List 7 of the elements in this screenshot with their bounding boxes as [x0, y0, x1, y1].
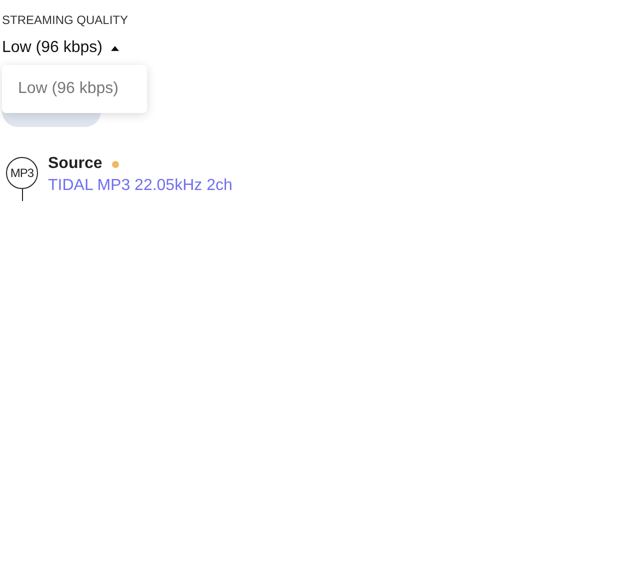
menu-item[interactable]: Low (96 kbps): [18, 78, 131, 100]
caret-icon: [110, 46, 118, 50]
field-label: STREAMING QUALITY: [2, 12, 128, 28]
source-detail: TIDAL MP3 22.05kHz 2ch: [48, 176, 232, 196]
source-title: Source: [48, 154, 102, 174]
format-badge: MP3: [6, 157, 38, 189]
quality-dropdown[interactable]: Low (96 kbps): [2, 37, 118, 59]
